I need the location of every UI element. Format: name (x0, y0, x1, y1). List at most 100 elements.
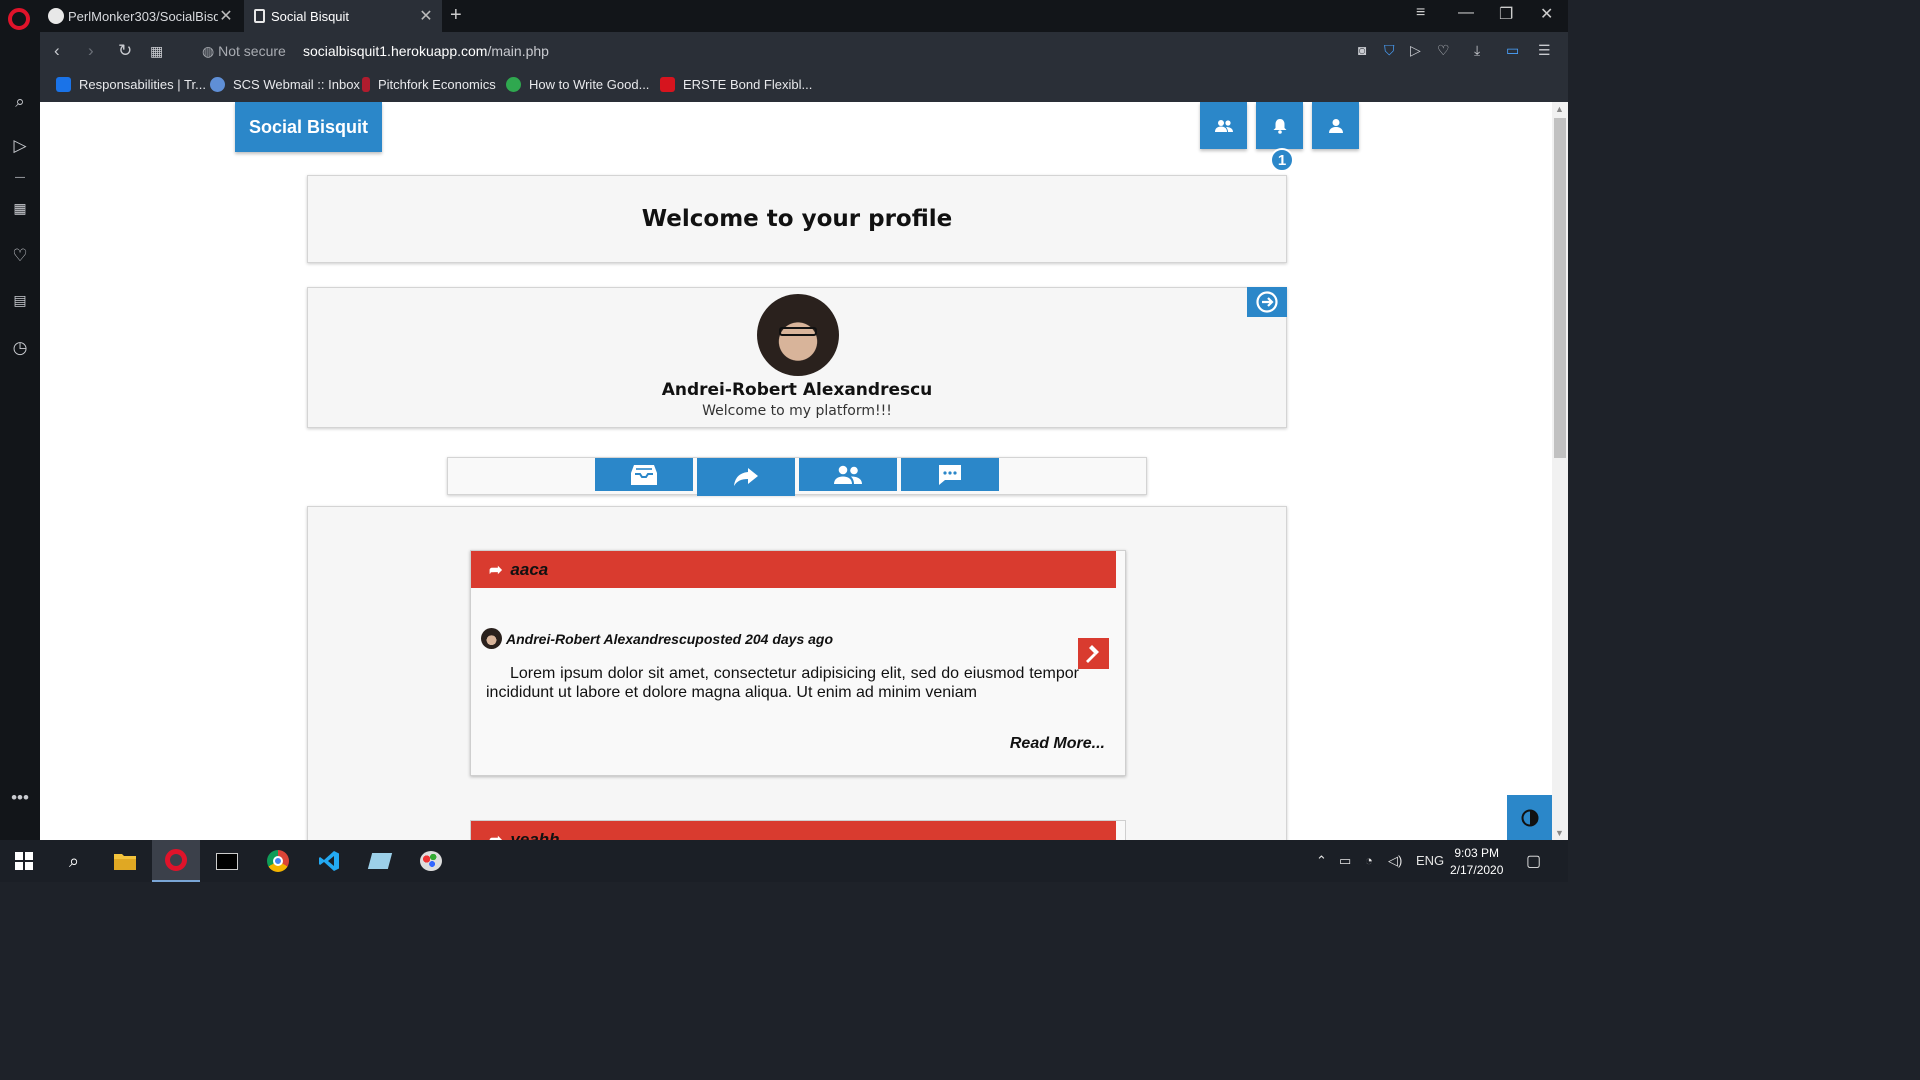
send-icon[interactable]: ▷ (1410, 42, 1421, 59)
show-hidden-icons[interactable]: ⌃ (1316, 853, 1327, 869)
taskbar-opera[interactable] (152, 840, 200, 882)
account-button[interactable] (1312, 102, 1359, 149)
bookmark-label: Pitchfork Economics (378, 77, 496, 92)
wifi-icon[interactable]: ◔ (1365, 853, 1373, 868)
welcome-card: Welcome to your profile (307, 175, 1287, 263)
tab-shared[interactable] (697, 458, 795, 496)
start-button[interactable] (0, 840, 48, 882)
bookmark-item[interactable]: Responsabilities | Tr... (56, 77, 206, 92)
read-more-link[interactable]: Read More... (1010, 735, 1105, 753)
terminal-icon (216, 852, 238, 870)
close-icon[interactable]: ✕ (418, 6, 434, 26)
vpn-shield-icon[interactable]: ⛉ (1384, 42, 1395, 59)
news-icon[interactable]: ▤ (10, 292, 30, 309)
easy-setup-icon[interactable]: ☰ (1538, 42, 1551, 59)
new-tab-button[interactable]: + (450, 4, 462, 27)
friends-icon (1214, 119, 1233, 132)
inbox-icon (631, 464, 657, 485)
more-icon[interactable]: ••• (10, 788, 30, 808)
tab-menu-icon[interactable]: ≡ (1416, 4, 1425, 22)
url-field[interactable]: socialbisquit1.herokuapp.com/main.php (303, 43, 549, 59)
search-button[interactable]: ⌕ (50, 840, 98, 882)
edit-post-button[interactable] (1078, 638, 1109, 669)
share-icon: ➦ (489, 831, 503, 841)
logout-icon (1256, 291, 1278, 313)
download-icon[interactable]: ⤓ (1474, 42, 1480, 59)
restore-button[interactable]: ❐ (1499, 4, 1513, 24)
send-icon[interactable]: ▷ (10, 136, 30, 156)
bell-icon (1273, 118, 1286, 134)
tab-messages[interactable] (901, 458, 999, 491)
clock-date: 2/17/2020 (1450, 863, 1504, 877)
scroll-down-arrow[interactable]: ▼ (1555, 828, 1564, 838)
tab-friends[interactable] (799, 458, 897, 491)
window-close-button[interactable]: ✕ (1540, 4, 1553, 24)
webmail-icon (210, 77, 225, 92)
share-icon: ➦ (489, 561, 503, 579)
post-card: ➦ yeahh (470, 820, 1126, 840)
friends-button[interactable] (1200, 102, 1247, 149)
tab-github[interactable]: PerlMonker303/SocialBisqu ✕ (40, 0, 242, 32)
globe-icon: ◍ (202, 43, 219, 59)
taskbar-vscode[interactable] (305, 840, 353, 882)
bookmarks-bar: Responsabilities | Tr... SCS Webmail :: … (40, 70, 1568, 102)
search-icon[interactable]: ⌕ (10, 92, 30, 112)
clock-time: 9:03 PM (1454, 846, 1500, 860)
taskbar-notes[interactable] (356, 840, 404, 882)
posts-feed: ➦ aaca Andrei-Robert Alexandrescuposted … (307, 506, 1287, 840)
forward-button[interactable]: › (88, 41, 94, 61)
avatar (757, 294, 839, 376)
taskbar-terminal[interactable] (203, 840, 251, 882)
bookmark-item[interactable]: SCS Webmail :: Inbox (210, 77, 360, 92)
history-icon[interactable]: ◷ (10, 338, 30, 358)
tab-social-bisquit[interactable]: Social Bisquit ✕ (244, 0, 442, 32)
brand-logo[interactable]: Social Bisquit (235, 102, 382, 152)
opera-menu-icon[interactable] (8, 8, 30, 30)
bookmark-label: SCS Webmail :: Inbox (233, 77, 360, 92)
security-indicator[interactable]: ◍ Not secure (202, 43, 286, 60)
notification-center-icon[interactable]: ▢ (1526, 851, 1541, 871)
taskbar-paint[interactable] (407, 840, 455, 882)
tab-label: Social Bisquit (271, 8, 350, 24)
close-icon[interactable]: ✕ (218, 6, 234, 26)
trello-icon (56, 77, 71, 92)
bookmark-label: Responsabilities | Tr... (79, 77, 206, 92)
bookmark-item[interactable]: ERSTE Bond Flexibl... (660, 77, 812, 92)
taskbar-chrome[interactable] (254, 840, 302, 882)
post-header[interactable]: ➦ yeahh (471, 821, 1116, 840)
language-indicator[interactable]: ENG (1416, 853, 1444, 868)
hammer-icon (1085, 644, 1099, 663)
notification-badge: 1 (1270, 148, 1294, 172)
scrollbar-thumb[interactable] (1554, 118, 1566, 458)
avatar (481, 628, 502, 649)
theme-toggle-button[interactable] (1507, 795, 1552, 840)
system-clock[interactable]: 9:03 PM 2/17/2020 (1450, 845, 1503, 879)
post-title: aaca (510, 559, 549, 579)
user-icon (1328, 118, 1343, 133)
minimize-button[interactable]: — (1458, 4, 1474, 22)
windows-icon (15, 852, 33, 870)
reload-button[interactable]: ↻ (118, 41, 132, 61)
bookmark-item[interactable]: Pitchfork Economics (362, 77, 496, 92)
paint-icon (420, 851, 442, 871)
speed-dial-icon[interactable]: ▦ (10, 200, 30, 217)
back-button[interactable]: ‹ (54, 41, 60, 61)
heart-icon[interactable]: ♡ (1437, 42, 1450, 59)
chrome-icon (267, 850, 289, 872)
volume-icon[interactable]: ◁) (1388, 853, 1402, 869)
contrast-icon (1521, 809, 1539, 827)
pitchfork-icon (362, 77, 370, 92)
bookmark-item[interactable]: How to Write Good... (506, 77, 649, 92)
scroll-up-arrow[interactable]: ▲ (1555, 104, 1564, 114)
speed-dial-icon[interactable]: ▦ (150, 43, 163, 60)
snapshot-icon[interactable]: ◙ (1358, 42, 1366, 58)
tab-label: PerlMonker303/SocialBisqu (68, 8, 218, 24)
notifications-button[interactable] (1256, 102, 1303, 149)
taskbar-explorer[interactable] (101, 840, 149, 882)
tab-posts[interactable] (595, 458, 693, 491)
post-header[interactable]: ➦ aaca (471, 551, 1116, 588)
battery-saver-icon[interactable]: ▭ (1506, 42, 1519, 59)
logout-button[interactable] (1247, 287, 1287, 317)
heart-icon[interactable]: ♡ (10, 246, 30, 266)
battery-icon[interactable]: ▭ (1339, 853, 1351, 869)
